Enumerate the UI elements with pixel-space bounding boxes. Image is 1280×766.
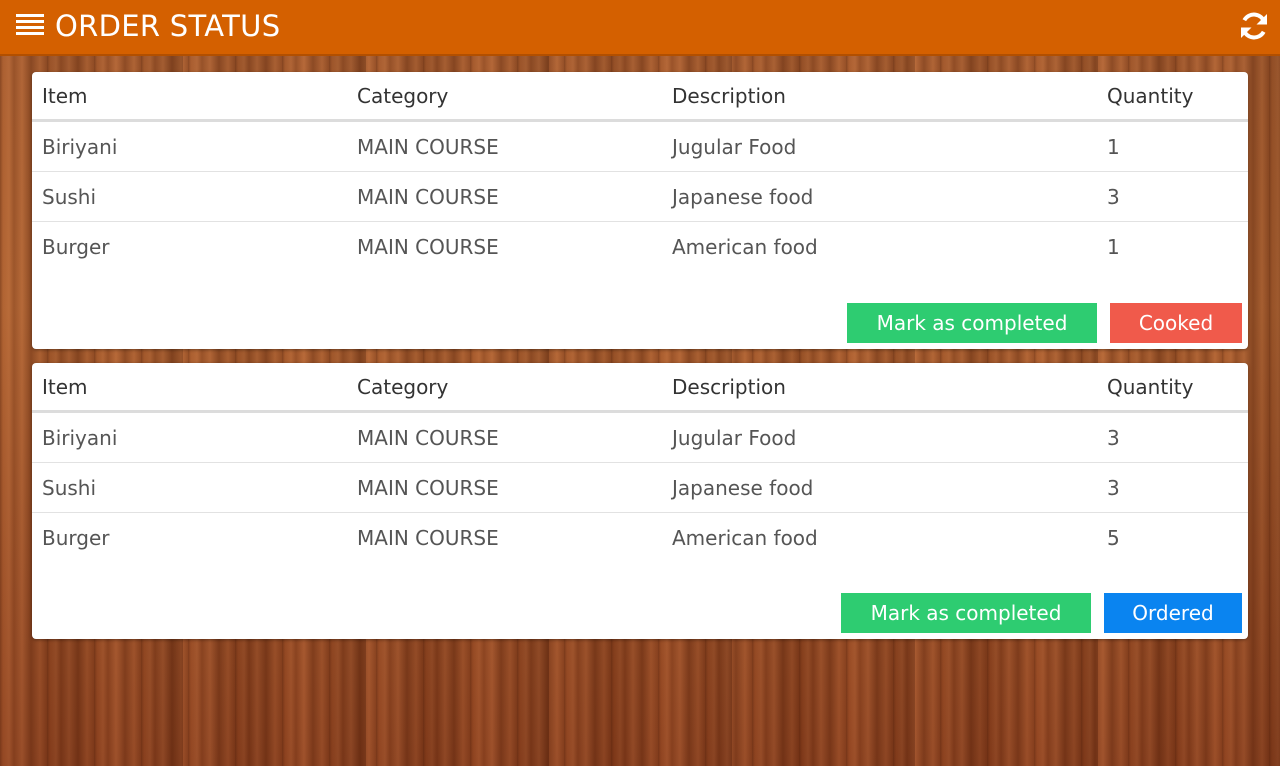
- cell-item: Biriyani: [32, 411, 347, 463]
- cell-quantity: 3: [1097, 462, 1248, 513]
- column-header-item: Item: [32, 363, 347, 413]
- cell-quantity: 1: [1097, 120, 1248, 172]
- cell-item: Burger: [42, 234, 110, 259]
- cell-quantity: 5: [1107, 525, 1120, 550]
- cell-description: American food: [672, 234, 818, 259]
- cell-description: American food: [672, 525, 818, 550]
- cell-description: Japanese food: [662, 171, 1097, 222]
- cell-description: Jugular Food: [662, 120, 1097, 172]
- cell-description: Jugular Food: [662, 411, 1097, 463]
- cell-quantity: 3: [1097, 411, 1248, 463]
- hamburger-menu-icon[interactable]: [16, 14, 44, 38]
- table-header-row: Item Category Description Quantity: [32, 72, 1248, 122]
- table-header-row: Item Category Description Quantity: [32, 363, 1248, 413]
- order-actions: Mark as completed Ordered: [841, 593, 1242, 633]
- cell-item: Sushi: [32, 171, 347, 222]
- mark-completed-button[interactable]: Mark as completed: [841, 593, 1091, 633]
- status-button-cooked[interactable]: Cooked: [1110, 303, 1242, 343]
- cell-category: MAIN COURSE: [347, 462, 662, 513]
- cell-item: Burger: [42, 525, 110, 550]
- table-row: Burger MAIN COURSE American food 1: [32, 222, 1248, 272]
- cell-quantity: 1: [1107, 234, 1120, 259]
- order-table: Item Category Description Quantity Biriy…: [32, 363, 1248, 562]
- mark-completed-button[interactable]: Mark as completed: [847, 303, 1097, 343]
- column-header-description: Description: [662, 72, 1097, 122]
- order-card: Item Category Description Quantity Biriy…: [32, 72, 1248, 349]
- status-button-ordered[interactable]: Ordered: [1104, 593, 1242, 633]
- order-table: Item Category Description Quantity Biriy…: [32, 72, 1248, 271]
- cell-category: MAIN COURSE: [347, 171, 662, 222]
- table-row: Biriyani MAIN COURSE Jugular Food 1: [32, 120, 1248, 172]
- column-header-item: Item: [32, 72, 347, 122]
- column-header-quantity: Quantity: [1097, 72, 1248, 122]
- cell-description: Japanese food: [662, 462, 1097, 513]
- column-header-category: Category: [347, 363, 662, 413]
- cell-quantity: 3: [1097, 171, 1248, 222]
- cell-item: Biriyani: [32, 120, 347, 172]
- page-title: ORDER STATUS: [55, 9, 281, 43]
- refresh-icon[interactable]: [1238, 10, 1270, 42]
- cell-category: MAIN COURSE: [347, 411, 662, 463]
- table-row: Sushi MAIN COURSE Japanese food 3: [32, 462, 1248, 513]
- cell-category: MAIN COURSE: [347, 120, 662, 172]
- top-bar: ORDER STATUS: [0, 0, 1280, 56]
- table-row: Biriyani MAIN COURSE Jugular Food 3: [32, 411, 1248, 463]
- column-header-description: Description: [662, 363, 1097, 413]
- cell-category: MAIN COURSE: [357, 525, 499, 550]
- cell-category: MAIN COURSE: [357, 234, 499, 259]
- column-header-quantity: Quantity: [1097, 363, 1248, 413]
- table-row: Burger MAIN COURSE American food 5: [32, 513, 1248, 563]
- column-header-category: Category: [347, 72, 662, 122]
- table-row: Sushi MAIN COURSE Japanese food 3: [32, 171, 1248, 222]
- order-actions: Mark as completed Cooked: [847, 303, 1242, 343]
- order-card: Item Category Description Quantity Biriy…: [32, 363, 1248, 639]
- cell-item: Sushi: [32, 462, 347, 513]
